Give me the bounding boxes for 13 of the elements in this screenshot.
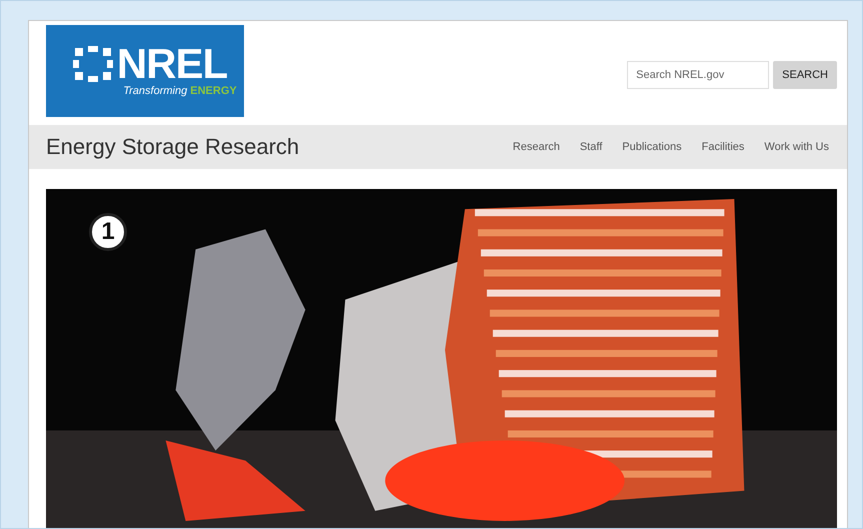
nav-link[interactable]: Work with Us [764,141,829,153]
search-button[interactable]: SEARCH [773,61,837,89]
nav-link[interactable]: Research [512,141,560,153]
nav-link[interactable]: Publications [622,141,682,153]
logo-tagline-highlight: ENERGY [190,85,237,98]
logo-tagline: Transforming [123,85,188,98]
logo-wordmark: NREL [116,43,228,86]
search-field[interactable]: Search NREL.gov [627,61,770,89]
nav-link[interactable]: Facilities [702,141,744,153]
squares-ring-icon [72,46,113,82]
nrel-logo[interactable]: NREL Transforming ENERGY [46,25,244,117]
site-section-title: Energy Storage Research [46,134,300,160]
nav-link[interactable]: Staff [580,141,602,153]
